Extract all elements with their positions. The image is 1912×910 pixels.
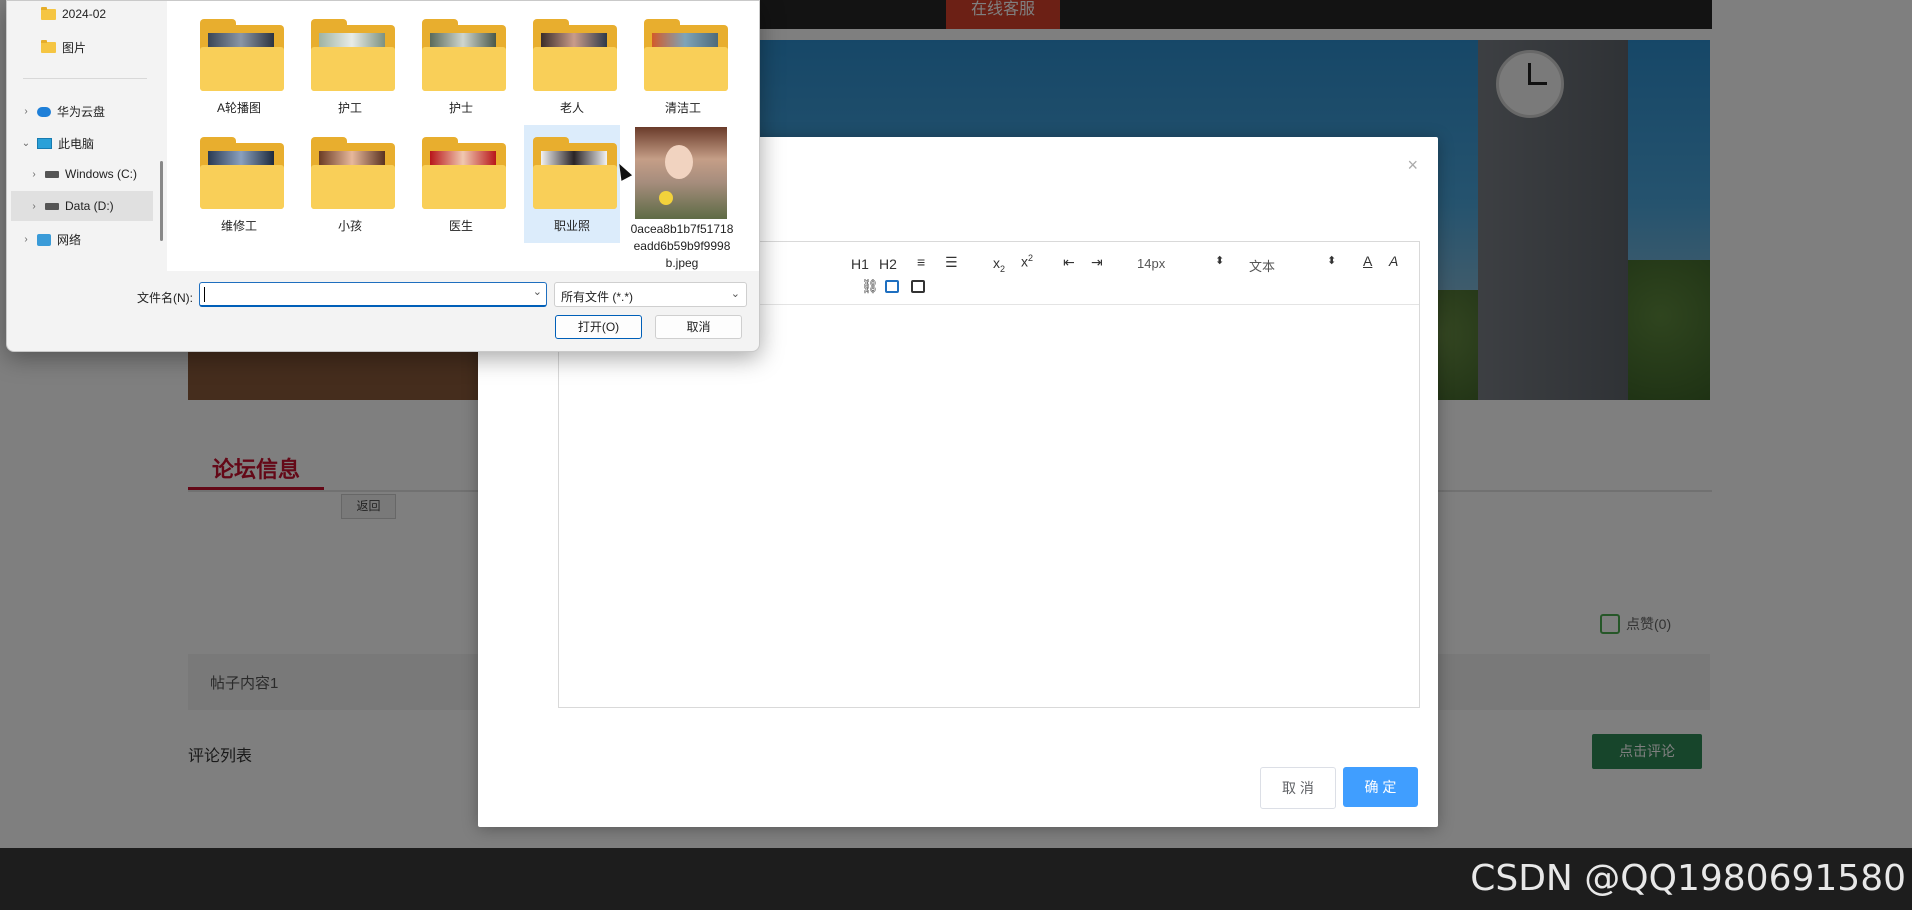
- folder-icon: [311, 19, 395, 91]
- folder-tile[interactable]: 维修工: [191, 125, 287, 243]
- folder-tile[interactable]: 职业照: [524, 125, 620, 243]
- filename-label: 文件名(N):: [137, 291, 193, 305]
- folder-tile[interactable]: 清洁工: [635, 7, 731, 125]
- folder-icon: [533, 19, 617, 91]
- video-icon[interactable]: [911, 280, 925, 293]
- folder-label: A轮播图: [216, 101, 261, 115]
- image-file-label[interactable]: 0acea8b1b7f51718eadd6b59b9f9998b.jpeg: [630, 221, 734, 272]
- text-caret: [204, 287, 205, 302]
- folder-label: 小孩: [337, 219, 362, 233]
- watermark: CSDN @QQ1980691580: [1470, 858, 1906, 899]
- nav-item-this-pc[interactable]: ⌄ 此电脑: [21, 135, 94, 152]
- font-color-icon[interactable]: A: [1363, 253, 1372, 269]
- folder-icon: [41, 40, 56, 53]
- folder-icon: [41, 6, 56, 20]
- chevron-down-icon[interactable]: ⌄: [21, 138, 31, 149]
- nav-item-label: Windows (C:): [65, 167, 138, 181]
- folder-icon: [200, 19, 284, 91]
- portrait-flower: [659, 191, 673, 205]
- chevron-down-icon[interactable]: ⌄: [731, 287, 740, 300]
- folder-icon: [422, 137, 506, 209]
- chevron-right-icon[interactable]: ›: [29, 201, 39, 212]
- folder-label: 职业照: [553, 219, 590, 233]
- folder-label: 护士: [448, 101, 473, 115]
- file-open-dialog: 2024-02 图片 › 华为云盘 ⌄ 此电脑 › Windows (C:) ›…: [6, 0, 760, 352]
- folder-label: 清洁工: [664, 101, 701, 115]
- cancel-button[interactable]: 取消: [655, 315, 742, 339]
- portrait-face: [665, 145, 693, 179]
- folder-label: 医生: [448, 219, 473, 233]
- folder-tile[interactable]: 医生: [413, 125, 509, 243]
- network-icon: [37, 233, 51, 246]
- open-button[interactable]: 打开(O): [555, 315, 642, 339]
- navigation-pane: 2024-02 图片 › 华为云盘 ⌄ 此电脑 › Windows (C:) ›…: [7, 1, 159, 271]
- pc-icon: [37, 138, 52, 149]
- folder-icon: [200, 137, 284, 209]
- file-list-pane: A轮播图 护工 护士 老人 清洁工 维修工 小孩 医生 职业照 0acea8b1…: [167, 1, 759, 271]
- nav-item-label: 图片: [62, 41, 87, 55]
- font-size-dropdown-icon[interactable]: ⬍: [1215, 254, 1224, 267]
- chevron-down-icon[interactable]: ⌄: [533, 285, 542, 298]
- nav-item-drive-d[interactable]: › Data (D:): [11, 191, 153, 221]
- chevron-right-icon[interactable]: ›: [21, 234, 31, 245]
- filename-input[interactable]: ⌄: [199, 282, 547, 307]
- bullet-list-icon[interactable]: ☰: [945, 254, 958, 271]
- superscript-icon[interactable]: x2: [1021, 253, 1033, 270]
- link-icon[interactable]: ⛓: [861, 278, 879, 295]
- nav-item-label: 2024-02: [62, 7, 107, 21]
- folder-tile[interactable]: A轮播图: [191, 7, 287, 125]
- folder-tile[interactable]: 护士: [413, 7, 509, 125]
- chevron-right-icon[interactable]: ›: [29, 169, 39, 180]
- indent-icon[interactable]: ⇥: [1091, 254, 1103, 271]
- nav-divider: [23, 78, 147, 79]
- image-icon[interactable]: [885, 280, 899, 293]
- nav-item-label: 此电脑: [58, 137, 95, 151]
- nav-item-2024-02[interactable]: 2024-02: [41, 6, 107, 21]
- paragraph-dropdown-icon[interactable]: ⬍: [1327, 254, 1336, 267]
- drive-icon: [45, 170, 59, 178]
- chevron-right-icon[interactable]: ›: [21, 106, 31, 117]
- folder-label: 维修工: [220, 219, 257, 233]
- nav-item-huawei-cloud[interactable]: › 华为云盘: [21, 103, 105, 120]
- paragraph-select[interactable]: 文本: [1249, 256, 1275, 275]
- folder-tile[interactable]: 护工: [302, 7, 398, 125]
- drive-icon: [45, 202, 59, 210]
- folder-tile[interactable]: 小孩: [302, 125, 398, 243]
- heading1-button[interactable]: H1: [851, 256, 869, 272]
- font-size-select[interactable]: 14px: [1137, 256, 1165, 271]
- heading2-button[interactable]: H2: [879, 256, 897, 272]
- folder-tile[interactable]: 老人: [524, 7, 620, 125]
- nav-item-label: 华为云盘: [57, 105, 106, 119]
- cloud-icon: [37, 106, 51, 117]
- subscript-icon[interactable]: x2: [993, 255, 1005, 274]
- folder-icon: [422, 19, 506, 91]
- ordered-list-icon[interactable]: ≡: [917, 254, 925, 270]
- folder-label: 老人: [559, 101, 584, 115]
- nav-item-network[interactable]: › 网络: [21, 231, 81, 248]
- modal-cancel-button[interactable]: 取 消: [1260, 767, 1336, 809]
- background-color-icon[interactable]: A: [1389, 253, 1398, 269]
- close-icon[interactable]: ×: [1407, 155, 1418, 176]
- nav-scrollbar[interactable]: [160, 161, 163, 241]
- folder-icon: [311, 137, 395, 209]
- outdent-icon[interactable]: ⇤: [1063, 254, 1075, 271]
- folder-icon: [644, 19, 728, 91]
- nav-item-pictures[interactable]: 图片: [41, 39, 86, 56]
- modal-confirm-button[interactable]: 确 定: [1343, 767, 1418, 807]
- image-thumbnail[interactable]: [635, 127, 727, 219]
- nav-item-drive-c[interactable]: › Windows (C:): [29, 167, 137, 181]
- folder-icon: [533, 137, 617, 209]
- file-type-value: 所有文件 (*.*): [561, 290, 634, 304]
- nav-item-label: Data (D:): [65, 199, 114, 213]
- nav-item-label: 网络: [57, 233, 82, 247]
- folder-label: 护工: [337, 101, 362, 115]
- file-type-select[interactable]: 所有文件 (*.*) ⌄: [554, 282, 747, 307]
